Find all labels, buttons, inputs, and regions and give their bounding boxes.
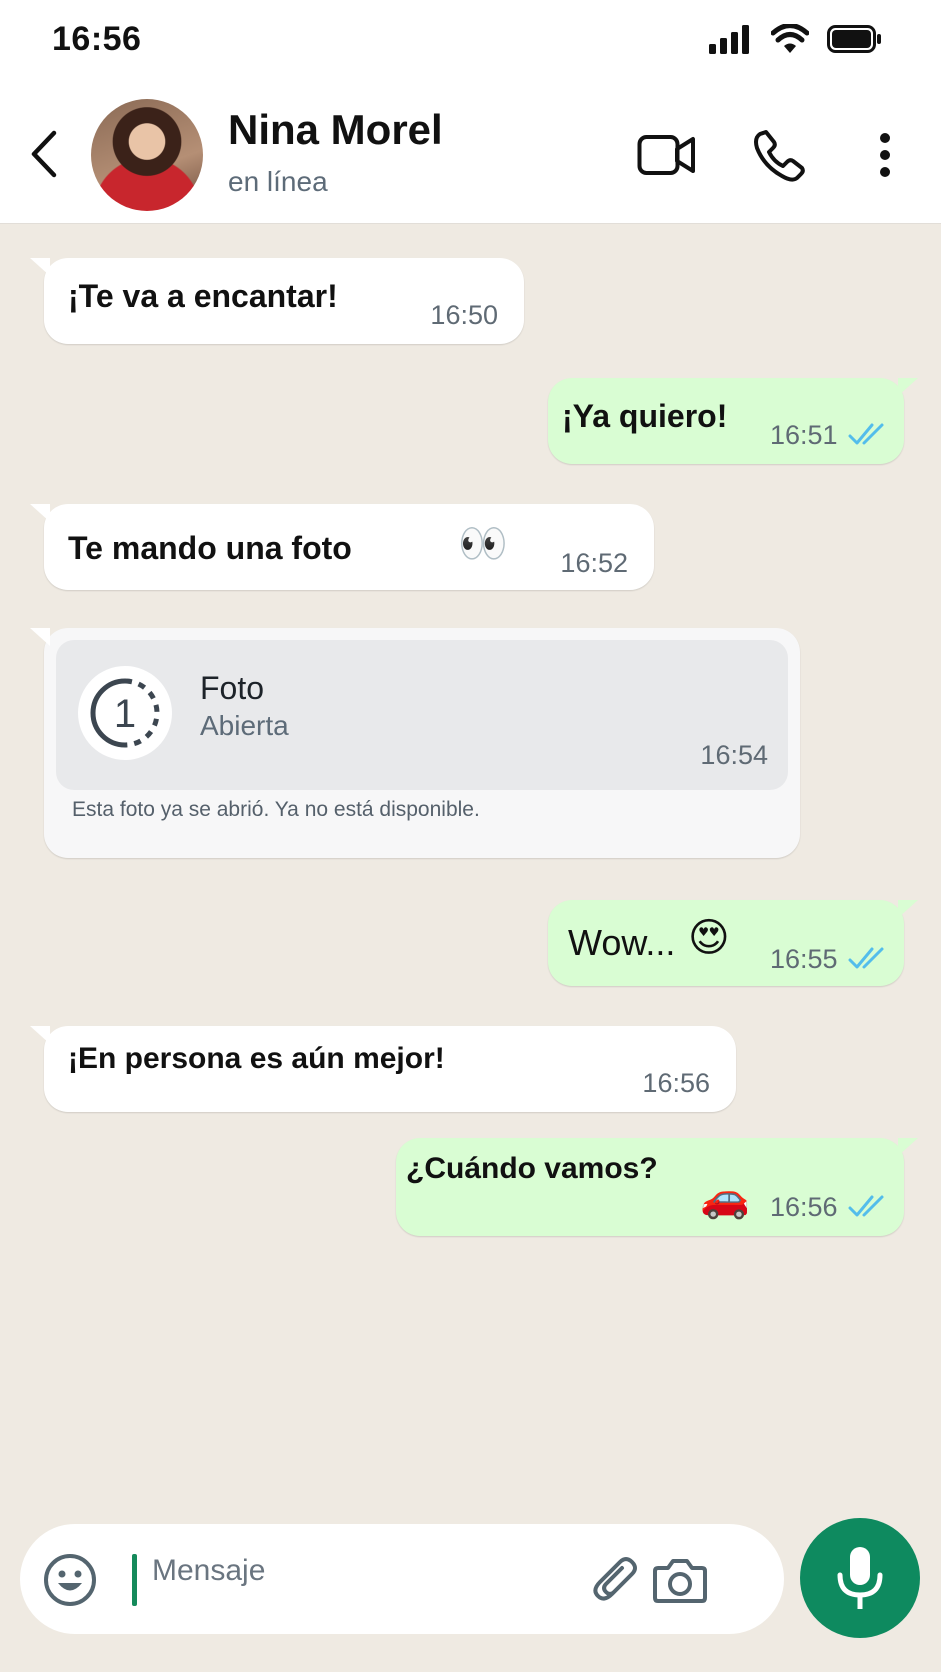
message-time: 16:54 (700, 740, 768, 770)
back-button[interactable] (18, 124, 68, 184)
more-options-icon (880, 133, 890, 177)
message-text: ¡En persona es aún mejor! (68, 1042, 445, 1075)
emoji-button[interactable] (42, 1552, 98, 1608)
emoji-icon (44, 1554, 96, 1606)
attach-icon (593, 1557, 637, 1601)
camera-button[interactable] (650, 1550, 710, 1610)
read-ticks-icon (848, 423, 884, 445)
car-emoji: 🚗 (700, 1176, 750, 1220)
back-arrow-icon (31, 130, 57, 178)
view-once-photo-card[interactable]: 1 Foto Abierta 16:54 (56, 640, 788, 790)
status-bar: 16:56 (0, 0, 941, 82)
voice-call-button[interactable] (742, 118, 816, 192)
microphone-icon (837, 1547, 883, 1609)
message-text: ¡Ya quiero! (562, 398, 728, 434)
wifi-icon (771, 24, 809, 53)
heart-eyes-emoji: 😍 (688, 916, 730, 960)
message-input[interactable] (152, 1546, 512, 1596)
message-text: Te mando una foto (68, 530, 352, 566)
photo-expired-note: Esta foto ya se abrió. Ya no está dispon… (72, 798, 480, 821)
message-incoming[interactable]: ¡Te va a encantar! 16:50 (30, 258, 524, 344)
signal-icon (709, 25, 749, 54)
contact-name[interactable]: Nina Morel (228, 106, 443, 154)
text-caret (132, 1554, 137, 1606)
message-time: 16:56 (642, 1068, 710, 1098)
battery-icon (827, 25, 881, 53)
eyes-emoji: 👀 (458, 522, 508, 566)
voice-call-icon (754, 130, 805, 182)
message-incoming[interactable]: ¡En persona es aún mejor! 16:56 (30, 1026, 736, 1112)
camera-icon (653, 1559, 707, 1603)
view-once-icon: 1 (78, 666, 172, 760)
contact-status: en línea (228, 166, 328, 197)
more-options-button[interactable] (848, 118, 922, 192)
chat-header: Nina Morel en línea (0, 82, 941, 224)
read-ticks-icon (848, 1195, 884, 1217)
voice-message-button[interactable] (800, 1518, 920, 1638)
svg-text:1: 1 (114, 692, 136, 736)
message-text: Wow... (568, 922, 676, 963)
message-outgoing[interactable]: Wow... 😍 16:55 (548, 900, 918, 986)
message-text: ¡Te va a encantar! (68, 278, 338, 314)
status-icons (709, 24, 883, 54)
message-time: 16:52 (560, 548, 628, 578)
message-time: 16:50 (430, 300, 498, 330)
view-once-photo-message[interactable]: 1 Foto Abierta 16:54 Esta foto ya se abr… (30, 628, 800, 858)
message-text: ¿Cuándo vamos? (406, 1152, 658, 1185)
read-ticks-icon (848, 947, 884, 969)
message-time: 16:51 (770, 420, 838, 450)
message-outgoing[interactable]: ¡Ya quiero! 16:51 (548, 378, 918, 464)
message-incoming[interactable]: Te mando una foto 👀 16:52 (30, 504, 654, 590)
message-time: 16:55 (770, 944, 838, 974)
contact-avatar[interactable] (91, 99, 203, 211)
video-call-button[interactable] (630, 118, 704, 192)
photo-status: Abierta (200, 710, 289, 741)
status-time: 16:56 (52, 20, 142, 58)
message-composer (20, 1524, 784, 1634)
attach-button[interactable] (590, 1552, 646, 1608)
message-outgoing[interactable]: ¿Cuándo vamos? 🚗 16:56 (396, 1138, 918, 1236)
video-call-icon (637, 135, 695, 175)
photo-title: Foto (200, 670, 265, 706)
message-time: 16:56 (770, 1192, 838, 1222)
chat-area[interactable]: ¡Te va a encantar! 16:50 ¡Ya quiero! 16:… (0, 224, 941, 1514)
